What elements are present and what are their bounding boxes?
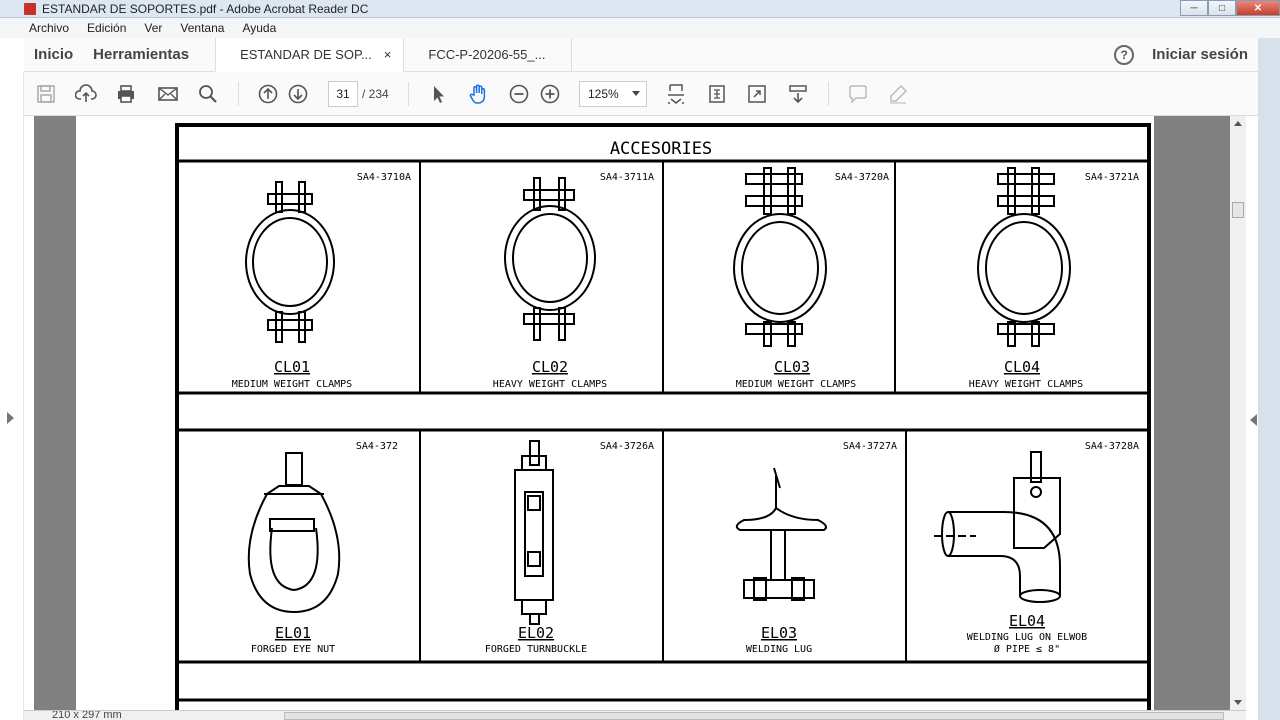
- ref-cl02: SA4-3711A: [600, 172, 654, 183]
- fit-page-icon[interactable]: [664, 82, 688, 106]
- clamp-drawing-cl03: [733, 167, 827, 347]
- page-total: / 234: [362, 87, 389, 101]
- hand-tool-icon[interactable]: [466, 82, 490, 106]
- chevron-down-icon: [632, 91, 640, 96]
- code-el02: EL02: [518, 624, 554, 642]
- welding-lug-elbow-drawing: [934, 451, 1061, 603]
- scroll-up-icon[interactable]: [1234, 121, 1242, 126]
- print-icon[interactable]: [114, 82, 138, 106]
- tab-label: FCC-P-20206-55_...: [428, 47, 546, 62]
- ref-el01: SA4-372: [356, 441, 398, 452]
- ref-el03: SA4-3727A: [843, 441, 897, 452]
- ref-cl01: SA4-3710A: [357, 172, 411, 183]
- page-up-icon[interactable]: [256, 82, 280, 106]
- minimize-button[interactable]: ─: [1180, 0, 1208, 16]
- close-window-button[interactable]: ✕: [1236, 0, 1280, 16]
- expand-right-icon: [1250, 414, 1257, 426]
- tools-link[interactable]: Herramientas: [83, 38, 199, 71]
- ref-cl03: SA4-3720A: [835, 172, 889, 183]
- menu-ver[interactable]: Ver: [144, 21, 162, 35]
- code-cl04: CL04: [1004, 358, 1040, 376]
- clamp-drawing-cl02: [504, 177, 596, 341]
- comment-icon[interactable]: [846, 82, 870, 106]
- code-el01: EL01: [275, 624, 311, 642]
- expand-left-icon: [7, 412, 14, 424]
- maximize-button[interactable]: □: [1208, 0, 1236, 16]
- zoom-value: 125%: [588, 87, 619, 101]
- code-cl02: CL02: [532, 358, 568, 376]
- window-frame: [1258, 38, 1280, 720]
- zoom-out-icon[interactable]: [507, 82, 531, 106]
- tab-label: ESTANDAR DE SOP...: [240, 47, 372, 62]
- window-title-bar: ESTANDAR DE SOPORTES.pdf - Adobe Acrobat…: [0, 0, 1280, 18]
- horizontal-scroll-thumb[interactable]: [284, 712, 1224, 720]
- desc-el02: FORGED TURNBUCKLE: [485, 644, 587, 655]
- vertical-scrollbar[interactable]: [1230, 116, 1246, 710]
- left-panel-toggle[interactable]: [0, 72, 24, 720]
- tab-fcc-p[interactable]: FCC-P-20206-55_...: [404, 38, 573, 71]
- turnbuckle-drawing: [514, 440, 554, 625]
- save-icon[interactable]: [34, 82, 58, 106]
- drawing-sheet: ACCESORIES SA4-3710A SA4-3711A SA4-3720A…: [175, 123, 1151, 710]
- desc-el03: WELDING LUG: [746, 644, 812, 655]
- page-number-input[interactable]: 31: [328, 81, 358, 107]
- desc2-el04: Ø PIPE ≤ 8": [994, 643, 1060, 655]
- ref-cl04: SA4-3721A: [1085, 172, 1139, 183]
- zoom-select[interactable]: 125%: [579, 81, 647, 107]
- desc-cl01: MEDIUM WEIGHT CLAMPS: [232, 379, 352, 390]
- home-link[interactable]: Inicio: [24, 38, 83, 71]
- code-cl03: CL03: [774, 358, 810, 376]
- highlight-icon[interactable]: [886, 82, 910, 106]
- scroll-down-icon[interactable]: [1234, 700, 1242, 705]
- scroll-thumb[interactable]: [1232, 202, 1244, 218]
- menu-archivo[interactable]: Archivo: [29, 21, 69, 35]
- sheet-header: ACCESORIES: [610, 139, 712, 159]
- welding-lug-drawing: [735, 467, 827, 601]
- status-bar: 210 x 297 mm: [24, 710, 1246, 720]
- code-cl01: CL01: [274, 358, 310, 376]
- menu-ayuda[interactable]: Ayuda: [242, 21, 276, 35]
- ref-el02: SA4-3726A: [600, 441, 654, 452]
- menu-edicion[interactable]: Edición: [87, 21, 126, 35]
- window-title: ESTANDAR DE SOPORTES.pdf - Adobe Acrobat…: [42, 1, 369, 16]
- clamp-drawing-cl04: [977, 167, 1071, 347]
- ref-el04: SA4-3728A: [1085, 441, 1139, 452]
- tab-close-icon[interactable]: ×: [384, 47, 392, 62]
- desc-cl04: HEAVY WEIGHT CLAMPS: [969, 379, 1083, 390]
- code-el04: EL04: [1009, 612, 1045, 630]
- email-icon[interactable]: [156, 82, 180, 106]
- zoom-in-icon[interactable]: [538, 82, 562, 106]
- search-icon[interactable]: [196, 82, 220, 106]
- menu-bar: Archivo Edición Ver Ventana Ayuda: [0, 18, 1280, 38]
- fullscreen-icon[interactable]: [745, 82, 769, 106]
- window-controls: ─ □ ✕: [1180, 0, 1280, 16]
- desc-cl03: MEDIUM WEIGHT CLAMPS: [736, 379, 856, 390]
- help-icon[interactable]: ?: [1114, 44, 1135, 65]
- select-arrow-icon[interactable]: [426, 82, 450, 106]
- pdf-app-icon: [24, 2, 36, 15]
- main-toolbar: 31 / 234 125%: [24, 72, 1258, 116]
- eye-nut-drawing: [247, 452, 341, 614]
- page-down-icon[interactable]: [286, 82, 310, 106]
- document-viewport[interactable]: ACCESORIES SA4-3710A SA4-3711A SA4-3720A…: [34, 116, 1230, 710]
- pdf-page: ACCESORIES SA4-3710A SA4-3711A SA4-3720A…: [76, 116, 1154, 710]
- tab-estandar-soportes[interactable]: ESTANDAR DE SOP... ×: [215, 38, 405, 72]
- read-mode-icon[interactable]: [786, 82, 810, 106]
- desc-cl02: HEAVY WEIGHT CLAMPS: [493, 379, 607, 390]
- scroll-mode-icon[interactable]: [705, 82, 729, 106]
- menu-ventana[interactable]: Ventana: [180, 21, 224, 35]
- upload-icon[interactable]: [74, 82, 98, 106]
- code-el03: EL03: [761, 624, 797, 642]
- right-panel-toggle[interactable]: [1246, 116, 1258, 720]
- desc-el04: WELDING LUG ON ELWOB: [967, 632, 1087, 643]
- signin-link[interactable]: Iniciar sesión: [1152, 38, 1258, 71]
- top-nav-bar: Inicio Herramientas ESTANDAR DE SOP... ×…: [24, 38, 1258, 72]
- clamp-drawing-cl01: [245, 181, 335, 343]
- desc-el01: FORGED EYE NUT: [251, 644, 335, 655]
- page-size-label: 210 x 297 mm: [52, 710, 122, 720]
